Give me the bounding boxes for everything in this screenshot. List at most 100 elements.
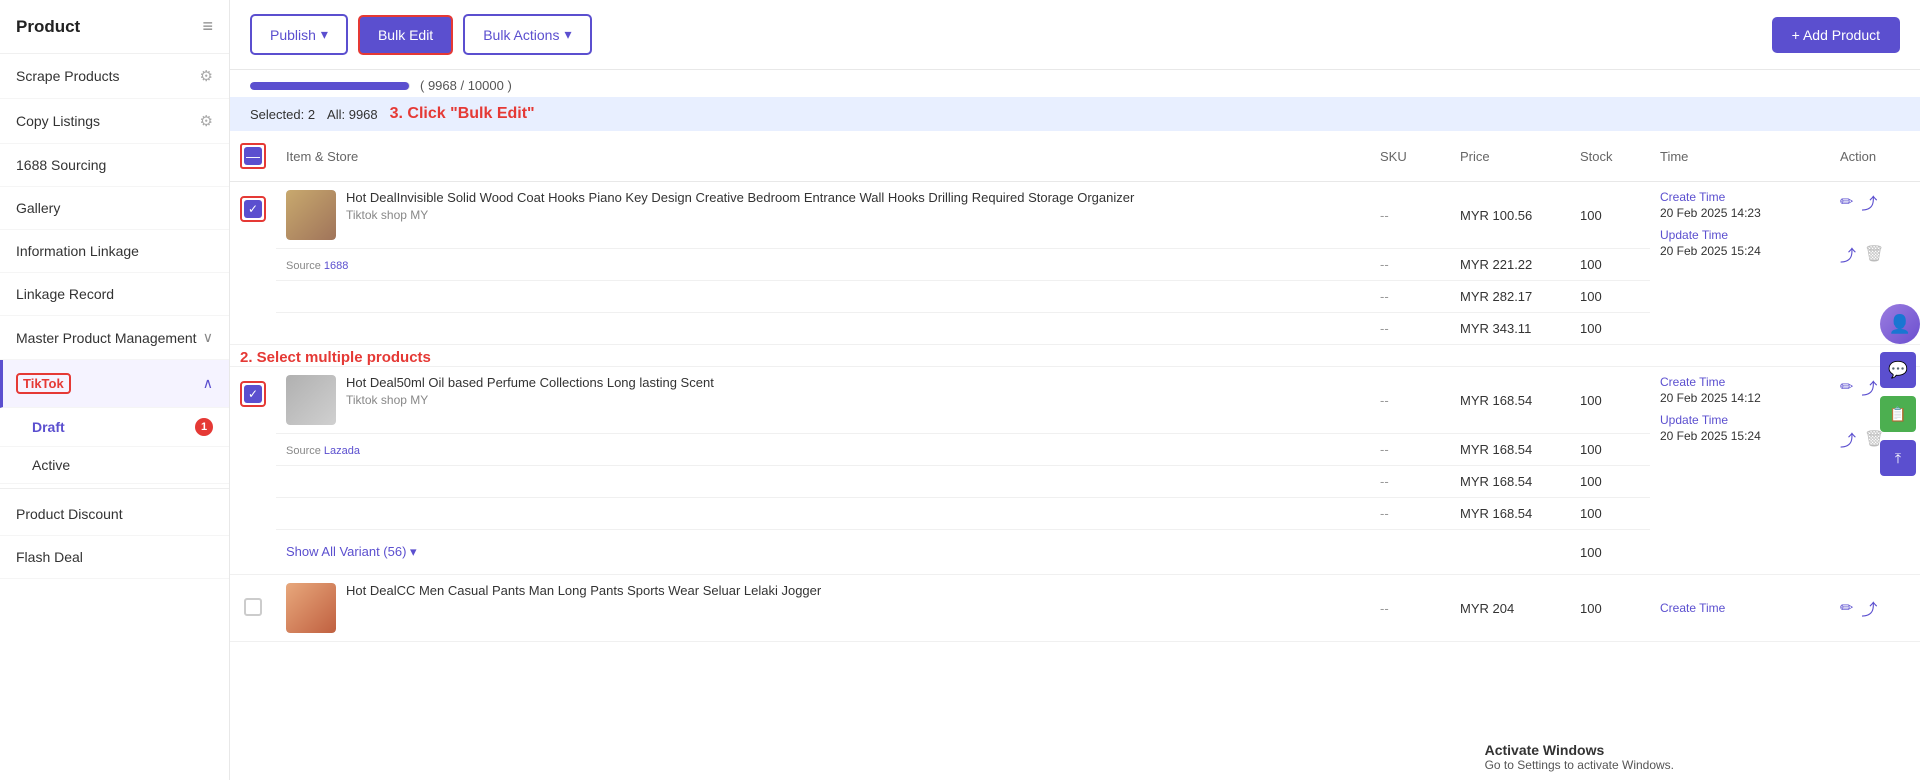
row3-thumb-img — [286, 583, 336, 633]
sidebar-sub-item-draft[interactable]: Draft 1 — [0, 408, 229, 447]
row1-store: Tiktok shop MY — [346, 208, 1134, 222]
row1-actions2: ⤴ 🗑 — [1840, 242, 1910, 266]
row2-create-time: 20 Feb 2025 14:12 — [1660, 391, 1820, 405]
table-body: ✓ Hot DealInvisible Solid Wood Coat Hook… — [230, 182, 1920, 642]
row1-publish-icon[interactable]: ⤴ — [1861, 190, 1877, 214]
float-collapse-button[interactable]: ⤒ — [1880, 440, 1916, 476]
row2-publish-icon[interactable]: ⤴ — [1861, 375, 1877, 399]
draft-badge: 1 — [195, 418, 213, 436]
show-all-variant-button[interactable]: Show All Variant (56) ▾ — [286, 538, 417, 566]
bulk-actions-button[interactable]: Bulk Actions ▾ — [463, 14, 591, 55]
flash-deal-label: Flash Deal — [16, 549, 83, 565]
sidebar-item-flash-deal[interactable]: Flash Deal — [0, 536, 229, 579]
tiktok-label-wrapper: TikTok — [16, 373, 71, 394]
publish-button[interactable]: Publish ▾ — [250, 14, 348, 55]
row2-sku-2: -- — [1370, 434, 1450, 466]
bulk-edit-button[interactable]: Bulk Edit — [358, 15, 453, 55]
row2-store: Tiktok shop MY — [346, 393, 714, 407]
scrape-products-label: Scrape Products — [16, 68, 120, 84]
sidebar-header: Product ≡ — [0, 0, 229, 54]
table-row: ✓ Hot Deal50ml Oil based Perfume Collect… — [230, 367, 1920, 434]
row1-stock-4: 100 — [1570, 313, 1650, 345]
row1-time-cell: Create Time 20 Feb 2025 14:23 Update Tim… — [1650, 182, 1830, 345]
row1-price-1: MYR 100.56 — [1450, 182, 1570, 249]
row1-update-time: 20 Feb 2025 15:24 — [1660, 244, 1820, 258]
row1-price-2: MYR 221.22 — [1450, 249, 1570, 281]
bulk-edit-label: Bulk Edit — [378, 27, 433, 43]
windows-activation-notice: Activate Windows Go to Settings to activ… — [1469, 734, 1690, 780]
progress-area: ( 9968 / 10000 ) — [230, 70, 1920, 97]
row1-edit-icon[interactable]: ✏ — [1840, 192, 1853, 212]
row3-title: Hot DealCC Men Casual Pants Man Long Pan… — [346, 583, 821, 598]
row2-source-link[interactable]: Lazada — [324, 445, 360, 457]
row1-empty-cell2 — [276, 313, 1370, 345]
collapse-icon: ⤒ — [1895, 450, 1901, 467]
float-chat-button[interactable]: 💬 — [1880, 352, 1916, 388]
product-table: — Item & Store SKU Price Stock Time Acti… — [230, 131, 1920, 642]
info-bar: Selected: 2 All: 9968 3. Click "Bulk Edi… — [230, 97, 1920, 131]
sidebar-title: Product — [16, 17, 80, 37]
row1-empty-cell — [276, 281, 1370, 313]
row2-price-3: MYR 168.54 — [1450, 466, 1570, 498]
row2-send-icon[interactable]: ⤴ — [1840, 427, 1856, 451]
row3-price: MYR 204 — [1450, 575, 1570, 642]
row1-sku-4: -- — [1370, 313, 1450, 345]
row2-title: Hot Deal50ml Oil based Perfume Collectio… — [346, 375, 714, 390]
sidebar-item-information-linkage[interactable]: Information Linkage — [0, 230, 229, 273]
win-notice-line2: Go to Settings to activate Windows. — [1485, 758, 1674, 772]
row3-stock: 100 — [1570, 575, 1650, 642]
all-count: All: 9968 — [327, 107, 378, 122]
sidebar-item-scrape-products[interactable]: Scrape Products ⚙ — [0, 54, 229, 99]
row2-title-store: Hot Deal50ml Oil based Perfume Collectio… — [346, 375, 714, 407]
copy-listings-icon: ⚙ — [200, 112, 213, 130]
toolbar-left: Publish ▾ Bulk Edit Bulk Actions ▾ — [250, 14, 592, 55]
table-row: ✓ Hot DealInvisible Solid Wood Coat Hook… — [230, 182, 1920, 249]
sidebar-item-linkage-record[interactable]: Linkage Record — [0, 273, 229, 316]
sidebar-item-copy-listings[interactable]: Copy Listings ⚙ — [0, 99, 229, 144]
sidebar-item-product-discount[interactable]: Product Discount — [0, 493, 229, 536]
row3-edit-icon[interactable]: ✏ — [1840, 598, 1853, 618]
row2-thumbnail — [286, 375, 336, 425]
copy-listings-label: Copy Listings — [16, 113, 100, 129]
row2-stock-1: 100 — [1570, 367, 1650, 434]
row1-delete-icon[interactable]: 🗑 — [1864, 244, 1884, 264]
row1-send-icon[interactable]: ⤴ — [1840, 242, 1856, 266]
product-table-container: — Item & Store SKU Price Stock Time Acti… — [230, 131, 1920, 780]
row1-source-cell: Source 1688 — [276, 249, 1370, 281]
row2-checkbox[interactable]: ✓ — [244, 385, 262, 403]
sidebar-item-1688-sourcing[interactable]: 1688 Sourcing — [0, 144, 229, 187]
row2-create-time-label: Create Time — [1660, 375, 1820, 389]
sidebar-item-gallery[interactable]: Gallery — [0, 187, 229, 230]
row2-checkbox-cell: ✓ — [230, 367, 276, 575]
header-checkbox[interactable]: — — [244, 147, 262, 165]
row1-price-4: MYR 343.11 — [1450, 313, 1570, 345]
sidebar-item-master-product[interactable]: Master Product Management ∨ — [0, 316, 229, 360]
row3-checkbox[interactable] — [244, 598, 262, 616]
row2-variant-cell: Show All Variant (56) ▾ — [276, 530, 1570, 575]
scrape-products-icon: ⚙ — [200, 67, 213, 85]
sidebar-item-tiktok[interactable]: TikTok ∧ — [0, 360, 229, 408]
row1-checkbox[interactable]: ✓ — [244, 200, 262, 218]
row2-stock-3: 100 — [1570, 466, 1650, 498]
float-avatar[interactable]: 👤 — [1880, 304, 1920, 344]
row3-create-time-label: Create Time — [1660, 601, 1820, 615]
float-green-button[interactable]: 📋 — [1880, 396, 1916, 432]
row3-publish-icon[interactable]: ⤴ — [1861, 596, 1877, 620]
progress-text: ( 9968 / 10000 ) — [420, 78, 512, 93]
row1-update-time-label: Update Time — [1660, 228, 1820, 242]
master-product-chevron: ∨ — [203, 329, 213, 346]
product-discount-label: Product Discount — [16, 506, 123, 522]
row2-edit-icon[interactable]: ✏ — [1840, 377, 1853, 397]
row2-stock-5: 100 — [1570, 530, 1650, 575]
row1-create-time: 20 Feb 2025 14:23 — [1660, 206, 1820, 220]
select-products-instruction: 2. Select multiple products — [240, 349, 431, 366]
row2-update-time-label: Update Time — [1660, 413, 1820, 427]
add-product-button[interactable]: + Add Product — [1772, 17, 1900, 53]
sidebar-toggle-icon[interactable]: ≡ — [202, 16, 213, 37]
sidebar-sub-item-active[interactable]: Active — [0, 447, 229, 484]
th-stock: Stock — [1570, 131, 1650, 182]
row1-source-label: Source — [286, 260, 324, 272]
row3-product-info: Hot DealCC Men Casual Pants Man Long Pan… — [276, 575, 1370, 642]
row2-thumb-img — [286, 375, 336, 425]
row1-source-link[interactable]: 1688 — [324, 260, 348, 272]
